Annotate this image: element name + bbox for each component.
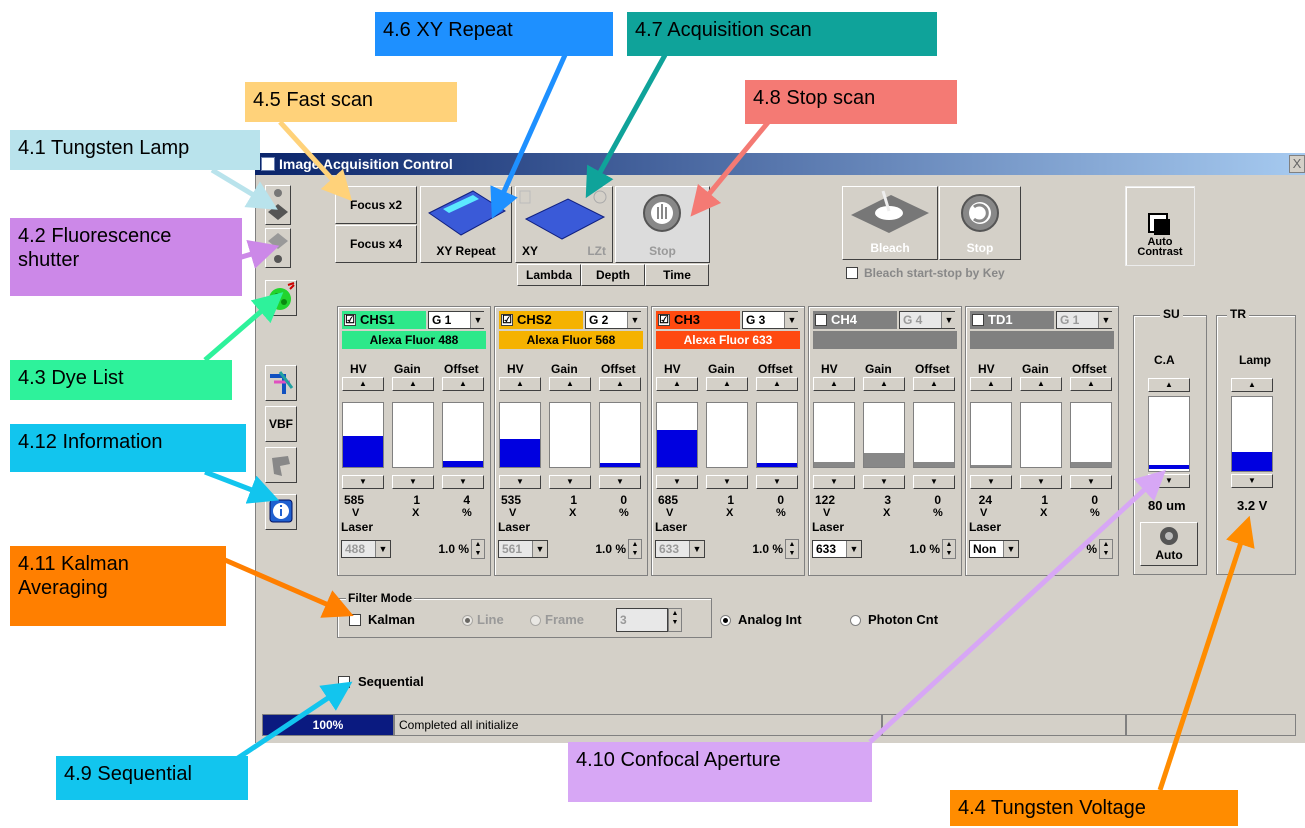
arrow-4-11 bbox=[224, 557, 354, 618]
arrow-4-12 bbox=[204, 469, 280, 504]
arrow-4-3 bbox=[203, 292, 284, 362]
callout-tungsten-lamp: 4.1 Tungsten Lamp bbox=[10, 130, 260, 170]
callout-fast-scan: 4.5 Fast scan bbox=[245, 82, 457, 122]
arrow-4-1 bbox=[210, 167, 278, 210]
callout-fluorescence-shutter: 4.2 Fluorescence shutter bbox=[10, 218, 242, 296]
callout-tungsten-voltage: 4.4 Tungsten Voltage bbox=[950, 790, 1238, 826]
callout-kalman-averaging: 4.11 Kalman Averaging bbox=[10, 546, 226, 626]
callout-xy-repeat: 4.6 XY Repeat bbox=[375, 12, 613, 56]
arrow-4-7 bbox=[585, 53, 668, 199]
callout-dye-list: 4.3 Dye List bbox=[10, 360, 232, 400]
callout-stop-scan: 4.8 Stop scan bbox=[745, 80, 957, 124]
arrow-4-9 bbox=[233, 681, 353, 763]
callout-acquisition-scan: 4.7 Acquisition scan bbox=[627, 12, 937, 56]
arrow-4-5 bbox=[278, 120, 353, 202]
arrow-4-4 bbox=[1157, 515, 1255, 791]
callout-sequential: 4.9 Sequential bbox=[56, 756, 248, 800]
callout-information: 4.12 Information bbox=[10, 424, 246, 472]
arrow-4-8 bbox=[690, 118, 772, 217]
arrow-4-6 bbox=[490, 53, 568, 219]
arrow-4-10 bbox=[868, 469, 1167, 744]
callout-confocal-aperture: 4.10 Confocal Aperture bbox=[568, 742, 872, 802]
annotation-arrows bbox=[203, 53, 1255, 791]
